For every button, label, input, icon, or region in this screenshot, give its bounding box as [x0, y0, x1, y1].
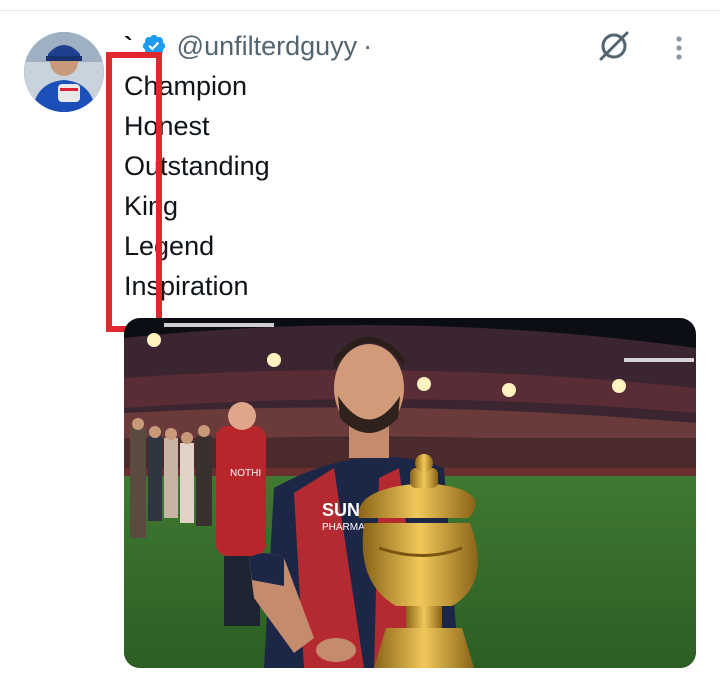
tweet-media-photo[interactable]: NOTHI SUN PHARMA — [124, 318, 696, 668]
avatar-image — [24, 32, 104, 112]
avatar[interactable] — [24, 32, 104, 112]
more-vertical-icon — [676, 36, 682, 60]
more-options-button[interactable] — [664, 32, 694, 64]
side-jersey-text: NOTHI — [230, 468, 261, 479]
grok-icon — [599, 31, 629, 61]
media-image: NOTHI SUN PHARMA — [124, 318, 696, 668]
grok-button[interactable] — [594, 26, 634, 66]
top-divider — [0, 10, 720, 11]
separator-dot: · — [363, 30, 373, 61]
user-handle[interactable]: @unfilterdguyy — [177, 31, 358, 62]
jersey-sponsor-subtext: PHARMA — [322, 522, 365, 533]
acrostic-highlight-box — [106, 52, 162, 332]
jersey-sponsor-text: SUN — [322, 500, 360, 520]
